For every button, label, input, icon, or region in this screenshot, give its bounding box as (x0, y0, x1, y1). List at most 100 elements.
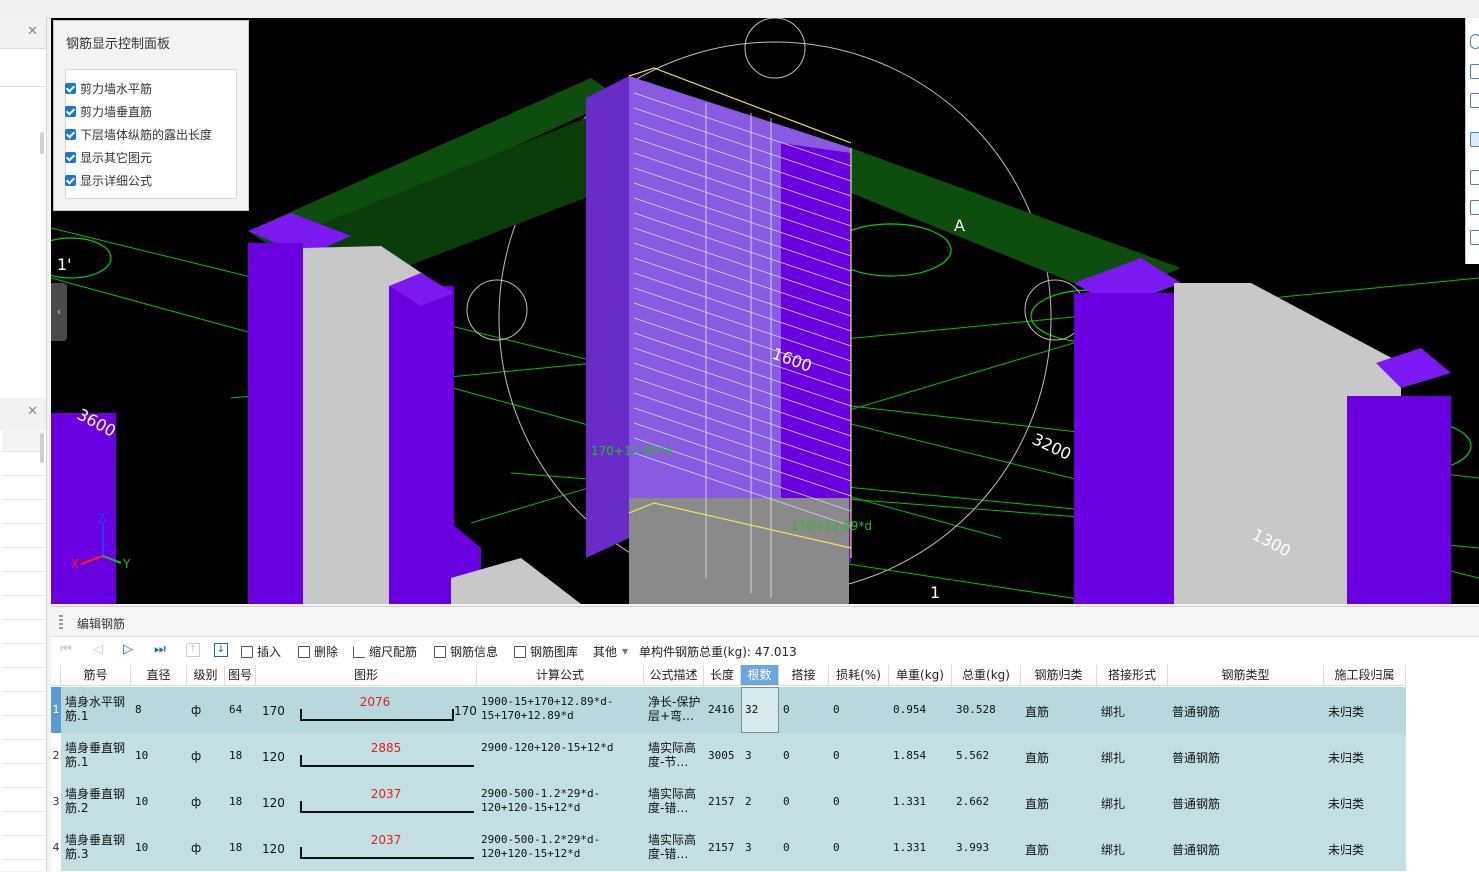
checkbox-checked-icon[interactable] (65, 174, 76, 186)
other-menu-button[interactable]: 其他 ▼ (593, 643, 628, 660)
table-cell-fig[interactable]: 18 (229, 795, 254, 808)
left-pane-top-scrollbar[interactable] (40, 132, 44, 154)
table-cell-category[interactable]: 直筋 (1025, 841, 1095, 858)
drag-grip-icon[interactable] (59, 615, 63, 629)
table-cell-name[interactable]: 墙身垂直钢筋.2 (65, 787, 129, 815)
checkbox-checked-icon[interactable] (65, 82, 76, 94)
table-cell-loss[interactable]: 0 (833, 703, 887, 716)
table-cell-stage[interactable]: 未归类 (1328, 749, 1404, 766)
table-cell-lap[interactable]: 0 (783, 703, 827, 716)
table-cell-lap-type[interactable]: 绑扎 (1101, 703, 1166, 720)
list-item[interactable] (2, 524, 44, 548)
checkbox-checked-icon[interactable] (65, 128, 76, 140)
list-item[interactable] (2, 572, 44, 596)
rebar-library-button[interactable]: 钢筋图库 (514, 643, 578, 660)
close-icon[interactable]: ✕ (27, 404, 38, 419)
move-up-icon[interactable]: ↑ (186, 643, 200, 657)
table-cell-formula[interactable]: 1900-15+170+12.89*d-15+170+12.89*d (481, 695, 642, 725)
list-item[interactable] (2, 596, 44, 620)
table-cell-count[interactable]: 3 (745, 749, 777, 762)
collapse-left-panel-button[interactable]: ‹ (51, 283, 67, 341)
table-cell-unit-wt[interactable]: 0.954 (893, 703, 950, 716)
checkbox-checked-icon[interactable] (65, 151, 76, 163)
list-item[interactable] (2, 740, 44, 764)
orbit-handle[interactable] (744, 18, 806, 79)
table-cell-length[interactable]: 2157 (708, 841, 739, 854)
table-cell-formula[interactable]: 2900-500-1.2*29*d-120+120-15+12*d (481, 833, 642, 863)
table-cell-rebar-type[interactable]: 普通钢筋 (1172, 795, 1322, 812)
frame-icon[interactable] (1470, 170, 1479, 185)
3d-viewport[interactable]: A 1 1' 1600 3200 1300 3600 170+12.89*d 1… (51, 18, 1479, 604)
table-cell-desc[interactable]: 墙实际高度-错… (648, 833, 702, 863)
column-header[interactable]: 施工段归属 (1324, 665, 1406, 686)
table-cell-total-wt[interactable]: 30.528 (956, 703, 1019, 716)
column-header[interactable]: 根数 (741, 665, 779, 686)
table-cell-name[interactable]: 墙身垂直钢筋.3 (65, 833, 129, 861)
list-item[interactable] (2, 692, 44, 716)
list-item[interactable] (2, 764, 44, 788)
table-cell-category[interactable]: 直筋 (1025, 749, 1095, 766)
settings-icon[interactable] (1470, 200, 1479, 215)
table-cell-lap-type[interactable]: 绑扎 (1101, 795, 1166, 812)
column-header[interactable]: 计算公式 (477, 665, 644, 686)
table-cell-unit-wt[interactable]: 1.331 (893, 841, 950, 854)
table-cell-stage[interactable]: 未归类 (1328, 841, 1404, 858)
table-cell-stage[interactable]: 未归类 (1328, 703, 1404, 720)
table-cell-stage[interactable]: 未归类 (1328, 795, 1404, 812)
table-cell-unit-wt[interactable]: 1.331 (893, 795, 950, 808)
column-header[interactable]: 图号 (225, 665, 256, 686)
list-item[interactable] (2, 452, 44, 476)
table-cell-grade[interactable]: ф (191, 841, 223, 855)
list-item[interactable] (2, 548, 44, 572)
list-icon[interactable] (1470, 230, 1479, 245)
table-cell-count[interactable]: 32 (745, 703, 777, 716)
column-header[interactable]: 公式描述 (644, 665, 704, 686)
checkbox-lower-wall-exposure[interactable]: 下层墙体纵筋的露出长度 (65, 125, 212, 143)
table-cell-category[interactable]: 直筋 (1025, 795, 1095, 812)
table-cell-grade[interactable]: ф (191, 795, 223, 809)
table-cell-category[interactable]: 直筋 (1025, 703, 1095, 720)
column-header[interactable]: 搭接形式 (1097, 665, 1168, 686)
last-record-icon[interactable]: ⏭ (153, 643, 167, 657)
rotate-icon[interactable] (1470, 34, 1479, 49)
rebar-shape[interactable]: 120 2037 (262, 833, 474, 863)
table-cell-loss[interactable]: 0 (833, 795, 887, 808)
table-cell-total-wt[interactable]: 2.662 (956, 795, 1019, 808)
list-item[interactable] (2, 836, 44, 860)
column-header[interactable]: 单重(kg) (889, 665, 952, 686)
table-cell-loss[interactable]: 0 (833, 841, 887, 854)
column-header[interactable]: 钢筋归类 (1021, 665, 1097, 686)
table-cell-fig[interactable]: 64 (229, 703, 254, 716)
table-cell-length[interactable]: 2416 (708, 703, 739, 716)
column-header[interactable]: 长度 (704, 665, 741, 686)
table-cell-formula[interactable]: 2900-500-1.2*29*d-120+120-15+12*d (481, 787, 642, 817)
rebar-shape[interactable]: 120 2037 (262, 787, 474, 817)
list-item[interactable] (2, 668, 44, 692)
table-cell-name[interactable]: 墙身垂直钢筋.1 (65, 741, 129, 769)
list-item[interactable] (2, 620, 44, 644)
table-cell-lap[interactable]: 0 (783, 749, 827, 762)
column-header[interactable]: 筋号 (61, 665, 131, 686)
table-cell-lap[interactable]: 0 (783, 841, 827, 854)
close-icon[interactable]: ✕ (27, 24, 38, 39)
table-cell-loss[interactable]: 0 (833, 749, 887, 762)
rebar-info-button[interactable]: 钢筋信息 (434, 643, 498, 660)
first-record-icon[interactable]: ⏮ (59, 643, 73, 657)
insert-button[interactable]: 插入 (241, 643, 281, 660)
row-number[interactable]: 1 (51, 687, 61, 733)
table-cell-dia[interactable]: 10 (135, 749, 185, 762)
table-cell-dia[interactable]: 10 (135, 795, 185, 808)
row-number[interactable]: 3 (51, 779, 61, 825)
table-cell-dia[interactable]: 8 (135, 703, 185, 716)
table-cell-desc[interactable]: 墙实际高度-错… (648, 787, 702, 817)
list-item[interactable] (2, 716, 44, 740)
table-cell-lap-type[interactable]: 绑扎 (1101, 749, 1166, 766)
table-cell-unit-wt[interactable]: 1.854 (893, 749, 950, 762)
table-cell-length[interactable]: 3005 (708, 749, 739, 762)
table-cell-total-wt[interactable]: 5.562 (956, 749, 1019, 762)
column-header[interactable]: 图形 (256, 665, 477, 686)
rebar-shape[interactable]: 120 2885 (262, 741, 474, 771)
table-cell-grade[interactable]: ф (191, 703, 223, 717)
list-item[interactable] (2, 476, 44, 500)
list-item[interactable] (2, 644, 44, 668)
